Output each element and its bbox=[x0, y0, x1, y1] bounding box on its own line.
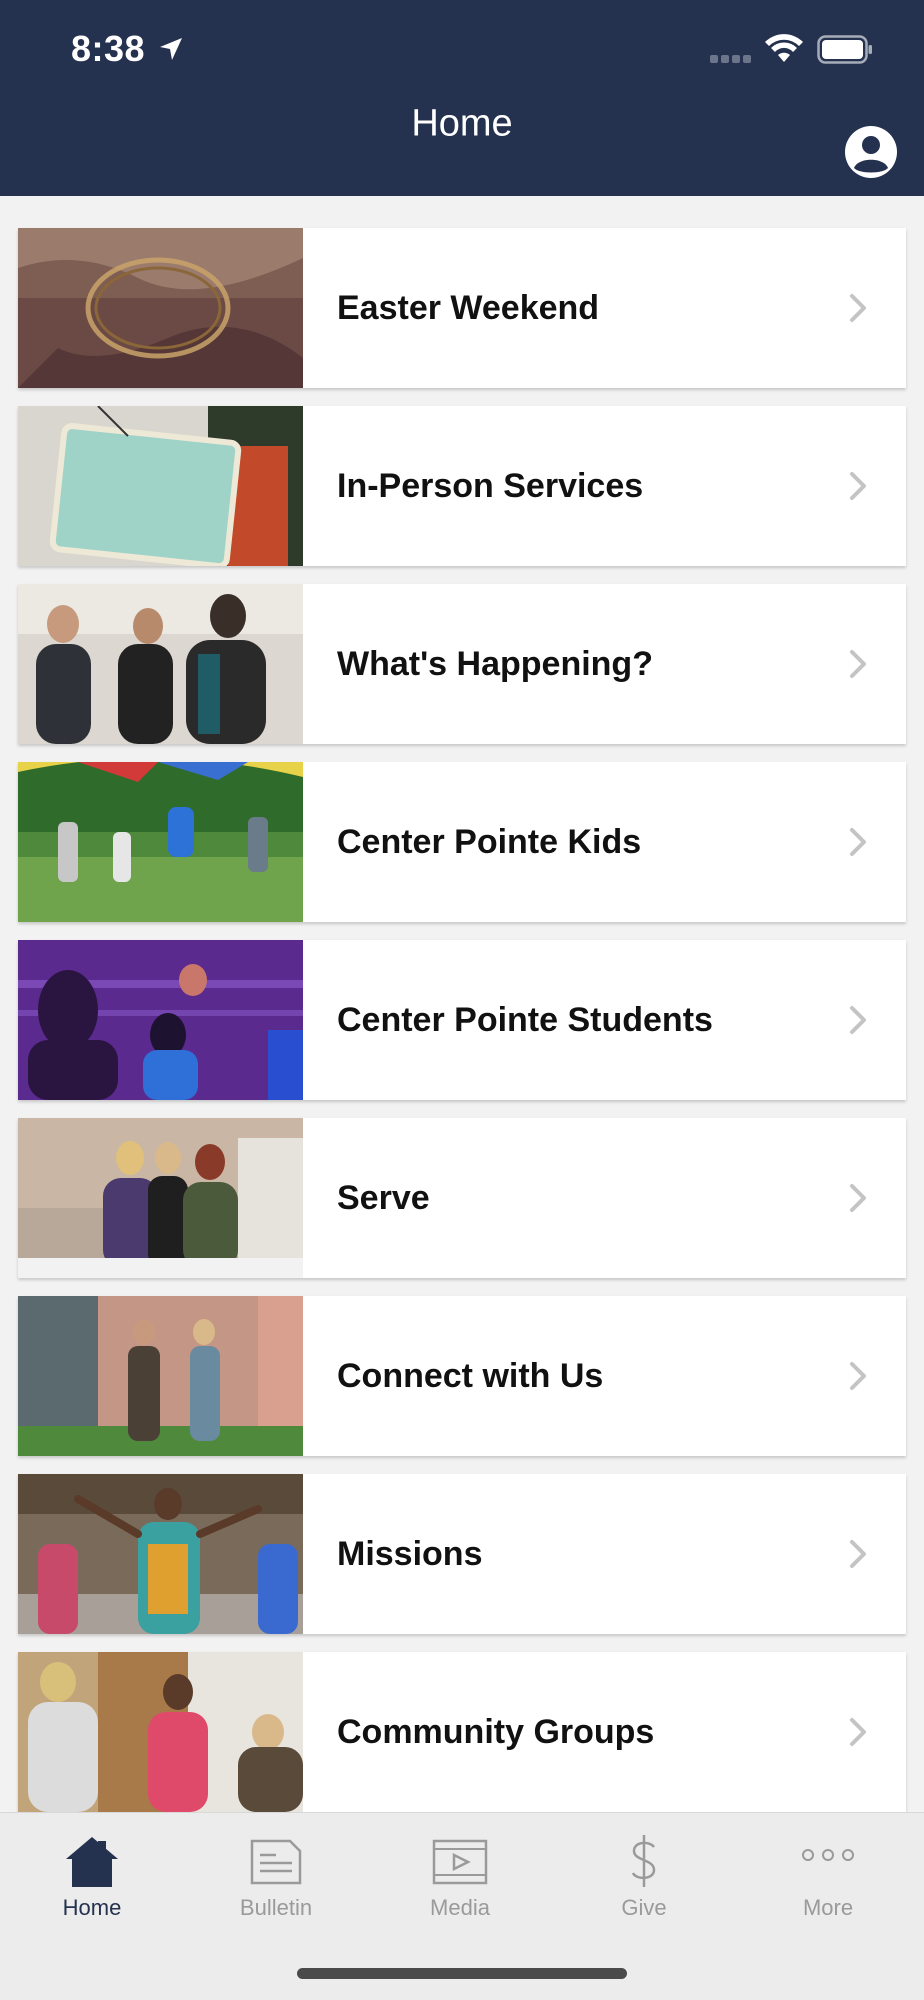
list-item-in-person-services[interactable]: In-Person Services bbox=[18, 406, 906, 566]
volunteers-photo bbox=[18, 1118, 303, 1278]
status-time: 8:38 bbox=[71, 28, 146, 69]
house-icon bbox=[66, 1837, 118, 1887]
chevron-right-icon bbox=[850, 1184, 866, 1212]
list-item-whats-happening[interactable]: What's Happening? bbox=[18, 584, 906, 744]
list-item-label: In-Person Services bbox=[337, 466, 644, 505]
chevron-right-icon bbox=[850, 1362, 866, 1390]
list-item-label: Serve bbox=[337, 1178, 430, 1217]
chevron-right-icon bbox=[850, 294, 866, 322]
chevron-right-icon bbox=[850, 650, 866, 678]
list-item-center-pointe-kids[interactable]: Center Pointe Kids bbox=[18, 762, 906, 922]
more-dots-icon bbox=[802, 1849, 854, 1861]
list-item-label: Missions bbox=[337, 1534, 483, 1573]
list-item-connect-with-us[interactable]: Connect with Us bbox=[18, 1296, 906, 1456]
worship-concert-photo bbox=[18, 940, 303, 1100]
tab-home[interactable]: Home bbox=[0, 1813, 184, 1933]
home-indicator[interactable] bbox=[297, 1968, 627, 1979]
tab-media[interactable]: Media bbox=[368, 1813, 552, 1933]
crown-of-thorns-photo bbox=[18, 228, 303, 388]
missions-dancing-photo bbox=[18, 1474, 303, 1634]
film-icon bbox=[432, 1839, 488, 1885]
dollar-icon bbox=[631, 1835, 656, 1887]
list-item-label: Connect with Us bbox=[337, 1356, 604, 1395]
page-title: Home bbox=[411, 102, 513, 145]
newspaper-icon bbox=[250, 1839, 302, 1885]
location-arrow-icon bbox=[160, 38, 182, 60]
list-item-label: Community Groups bbox=[337, 1712, 655, 1751]
tab-bulletin[interactable]: Bulletin bbox=[184, 1813, 368, 1933]
chevron-right-icon bbox=[850, 1006, 866, 1034]
tab-label: Media bbox=[430, 1895, 490, 1920]
open-sign-photo bbox=[18, 406, 303, 566]
list-item-label: Easter Weekend bbox=[337, 288, 600, 327]
battery-icon bbox=[817, 35, 872, 64]
chevron-right-icon bbox=[850, 1718, 866, 1746]
list-item-center-pointe-students[interactable]: Center Pointe Students bbox=[18, 940, 906, 1100]
list-item-label: What's Happening? bbox=[337, 644, 653, 683]
profile-icon[interactable] bbox=[844, 125, 898, 179]
kids-parachute-photo bbox=[18, 762, 303, 922]
list-item-missions[interactable]: Missions bbox=[18, 1474, 906, 1634]
app-header: 8:38 Home bbox=[0, 0, 924, 196]
cellular-signal-icon bbox=[710, 55, 754, 65]
tab-more[interactable]: More bbox=[736, 1813, 920, 1933]
tab-give[interactable]: Give bbox=[552, 1813, 736, 1933]
tab-label: More bbox=[802, 1895, 854, 1920]
women-laughing-photo bbox=[18, 584, 303, 744]
group-laughing-photo bbox=[18, 1652, 303, 1812]
church-entrance-photo bbox=[18, 1296, 303, 1456]
list-item-serve[interactable]: Serve bbox=[18, 1118, 906, 1278]
chevron-right-icon bbox=[850, 828, 866, 856]
tab-label: Give bbox=[621, 1895, 667, 1920]
list-item-label: Center Pointe Kids bbox=[337, 822, 642, 861]
chevron-right-icon bbox=[850, 1540, 866, 1568]
tab-label: Home bbox=[62, 1895, 122, 1920]
list-item-community-groups[interactable]: Community Groups bbox=[18, 1652, 906, 1812]
chevron-right-icon bbox=[850, 472, 866, 500]
wifi-icon bbox=[765, 34, 803, 62]
list-item-easter-weekend[interactable]: Easter Weekend bbox=[18, 228, 906, 388]
tab-label: Bulletin bbox=[239, 1895, 313, 1920]
list-item-label: Center Pointe Students bbox=[337, 1000, 713, 1039]
